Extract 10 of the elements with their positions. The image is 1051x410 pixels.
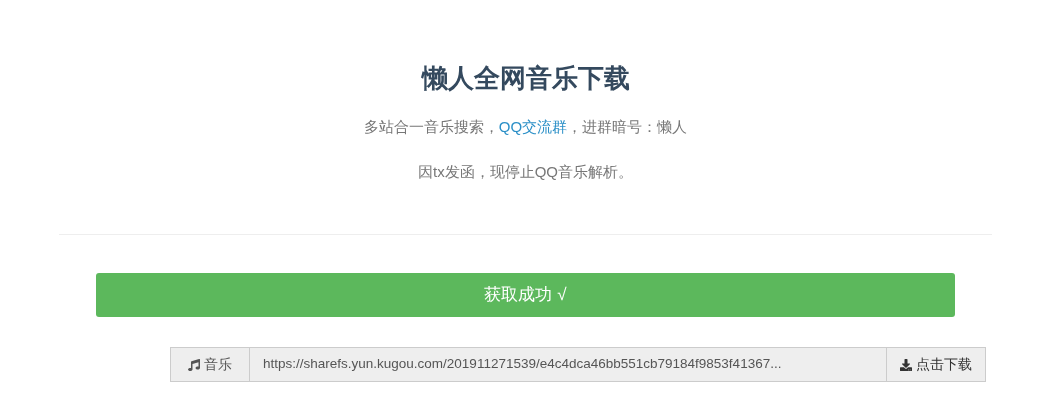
- music-label-text: 音乐: [204, 355, 232, 374]
- notice-text: 因tx发函，现停止QQ音乐解析。: [418, 162, 633, 182]
- download-button[interactable]: 点击下载: [886, 347, 986, 382]
- page-title: 懒人全网音乐下载: [421, 62, 630, 95]
- success-banner: 获取成功 √: [96, 273, 955, 317]
- url-field[interactable]: https://sharefs.yun.kugou.com/201911271539/e4c4dca46bb551cb79184f9853f41367...: [250, 347, 886, 382]
- group-link[interactable]: QQ交流群: [498, 118, 568, 135]
- music-note-icon: [188, 358, 200, 371]
- intro-text: 多站合一音乐搜索，QQ交流群，进群暗号：懒人: [363, 117, 688, 137]
- download-icon: [900, 358, 912, 371]
